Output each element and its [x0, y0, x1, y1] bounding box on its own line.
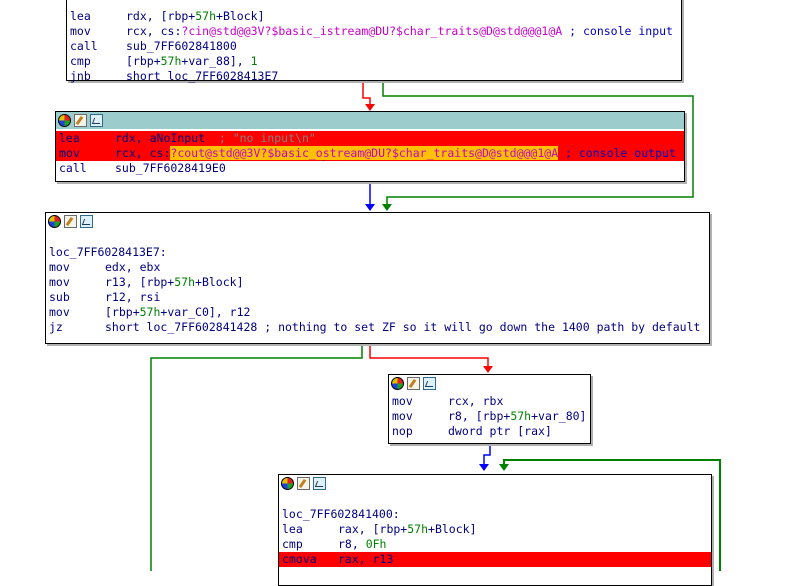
block-header: [389, 375, 590, 392]
code-line-highlighted[interactable]: lea rdx, aNoInput ; "no input\n": [56, 131, 684, 146]
edge-false-block3-block4: [369, 344, 493, 373]
code-block-2[interactable]: lea rdx, aNoInput ; "no input\n" mov rcx, …: [55, 111, 685, 182]
block-header: [46, 213, 709, 230]
code-block-4[interactable]: mov rcx, rbx mov r8, [rbp+57h+var_80] nop d…: [388, 374, 591, 444]
color-icon[interactable]: [391, 377, 404, 390]
code-line[interactable]: mov r8, [rbp+57h+var_80]: [389, 409, 590, 424]
code-line[interactable]: cmp [rbp+57h+var_88], 1: [67, 54, 681, 69]
code-line[interactable]: mov r13, [rbp+57h+Block]: [46, 275, 709, 290]
rename-icon[interactable]: [64, 215, 77, 228]
graph-overview-icon[interactable]: [90, 114, 103, 127]
code-line[interactable]: lea rdx, [rbp+57h+Block]: [67, 9, 681, 24]
color-icon[interactable]: [48, 215, 61, 228]
graph-overview-icon[interactable]: [423, 377, 436, 390]
graph-overview-icon[interactable]: [80, 215, 93, 228]
code-line[interactable]: sub r12, rsi: [46, 290, 709, 305]
code-block-5[interactable]: loc_7FF602841400: lea rax, [rbp+57h+Block…: [278, 474, 712, 586]
code-line[interactable]: cmp r8, 0Fh: [279, 537, 711, 552]
code-line[interactable]: mov rcx, rbx: [389, 394, 590, 409]
code-line-highlighted[interactable]: mov rcx, cs:?cout@std@@3V?$basic_ostream@…: [56, 146, 684, 161]
code-line[interactable]: mov rcx, cs:?cin@std@@3V?$basic_istream@D…: [67, 24, 681, 39]
code-line[interactable]: call sub_7FF6028419E0: [56, 161, 684, 176]
code-label[interactable]: loc_7FF6028413E7:: [46, 245, 709, 260]
code-line[interactable]: lea rax, [rbp+57h+Block]: [279, 522, 711, 537]
code-line[interactable]: [67, 0, 681, 9]
rename-icon[interactable]: [407, 377, 420, 390]
edge-block2-block3: [365, 181, 375, 211]
graph-overview-icon[interactable]: [313, 477, 326, 490]
code-block-3[interactable]: loc_7FF6028413E7: mov edx, ebx mov r13, [r…: [45, 212, 710, 344]
color-icon[interactable]: [58, 114, 71, 127]
code-line[interactable]: nop dword ptr [rax]: [389, 424, 590, 439]
code-label[interactable]: loc_7FF602841400:: [279, 507, 711, 522]
rename-icon[interactable]: [297, 477, 310, 490]
color-icon[interactable]: [281, 477, 294, 490]
rename-icon[interactable]: [74, 114, 87, 127]
edge-false-block1-block2: [362, 80, 375, 111]
block-header: [279, 475, 711, 492]
code-block-1[interactable]: lea rdx, [rbp+57h+Block] mov rcx, cs:?cin@…: [66, 0, 682, 84]
code-line[interactable]: call sub_7FF602841800: [67, 39, 681, 54]
code-line[interactable]: mov edx, ebx: [46, 260, 709, 275]
code-line-highlighted[interactable]: cmova rax, r13: [279, 552, 711, 567]
code-line[interactable]: jz short loc_7FF602841428 ; nothing to se…: [46, 320, 709, 335]
code-line[interactable]: jnb short loc_7FF6028413E7: [67, 69, 681, 84]
block-header: [56, 112, 684, 129]
code-line[interactable]: mov [rbp+57h+var_C0], r12: [46, 305, 709, 320]
edge-block4-block5: [479, 444, 491, 471]
